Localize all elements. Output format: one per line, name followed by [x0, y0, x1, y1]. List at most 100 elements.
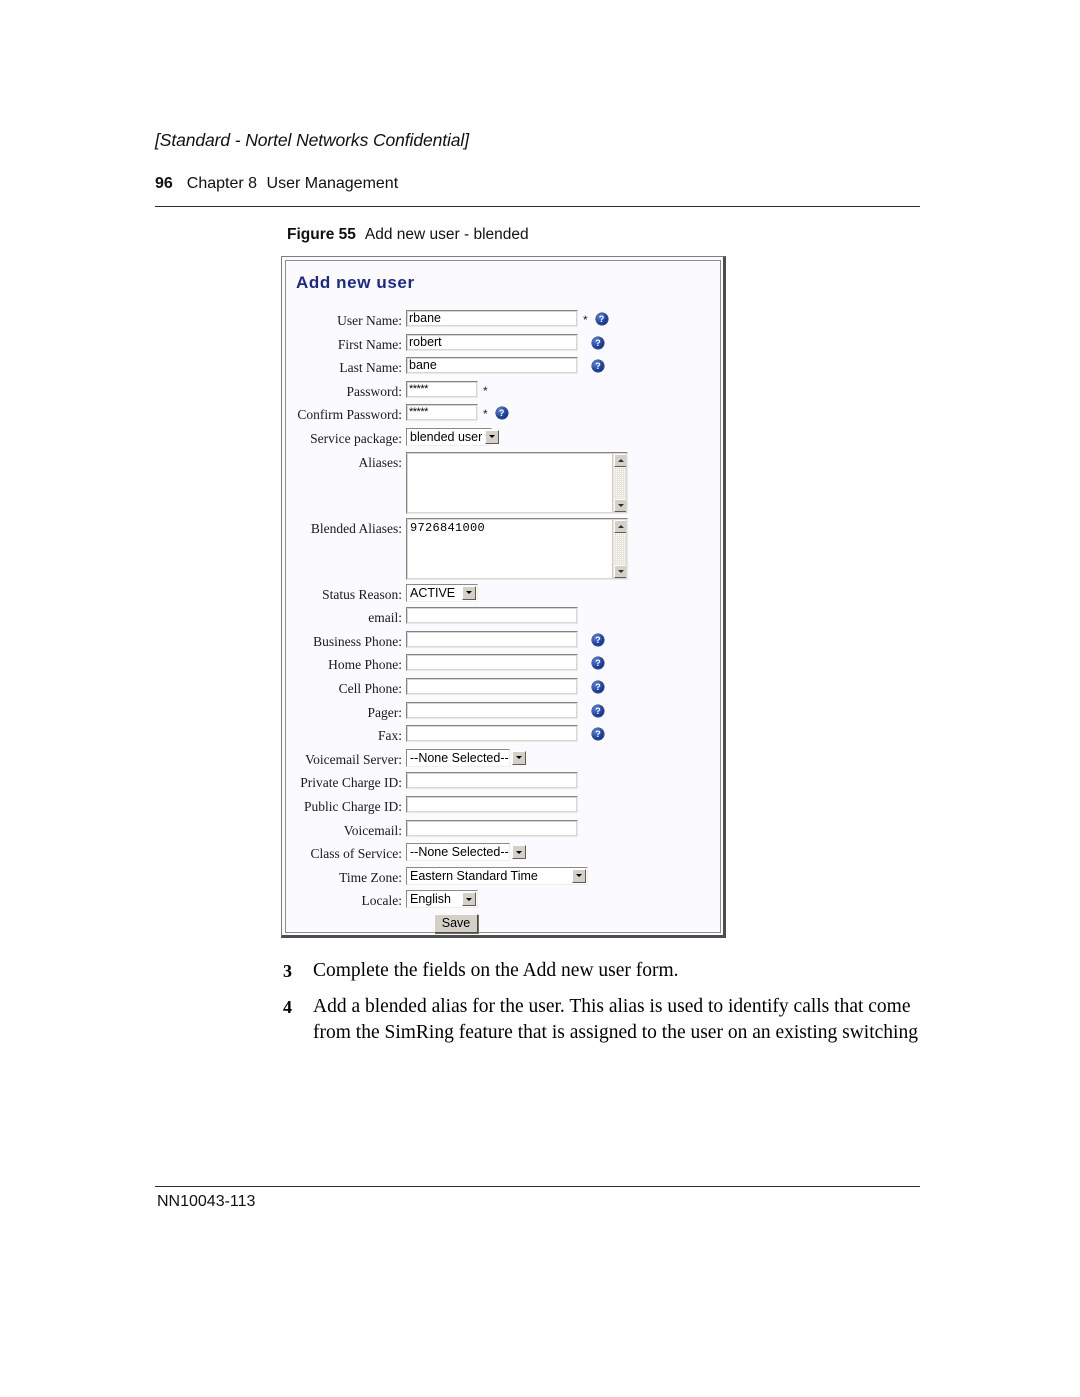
- help-question-icon[interactable]: ?: [592, 360, 604, 373]
- step-text: Complete the fields on the Add new user …: [313, 960, 679, 981]
- pager-label: Pager:: [367, 704, 403, 720]
- field-row-first-name: First Name: robert ?: [286, 333, 720, 358]
- field-row-business-phone: Business Phone: ?: [286, 630, 720, 655]
- aliases-scrollbar[interactable]: [612, 452, 627, 513]
- field-row-aliases: Aliases:: [286, 451, 720, 518]
- password-input[interactable]: *****: [406, 380, 478, 398]
- last-name-input[interactable]: bane: [406, 357, 578, 375]
- form-panel: Add new user User Name: rbane * ? First …: [285, 260, 721, 933]
- chapter-line: 96 Chapter 8 User Management: [155, 175, 925, 193]
- chevron-down-icon[interactable]: [462, 892, 476, 907]
- chevron-down-icon[interactable]: [572, 868, 586, 883]
- help-question-icon[interactable]: ?: [592, 657, 604, 670]
- home-phone-input[interactable]: [406, 654, 578, 672]
- help-question-icon[interactable]: ?: [495, 407, 508, 420]
- service-package-value: blended user: [410, 429, 483, 444]
- field-row-time-zone: Time Zone: Eastern Standard Time: [286, 866, 720, 891]
- page-number: 96: [155, 175, 173, 192]
- field-row-last-name: Last Name: bane ?: [286, 357, 720, 381]
- required-marker: *: [483, 407, 488, 422]
- password-label: Password:: [346, 383, 402, 399]
- document-number: NN10043-113: [157, 1193, 256, 1210]
- user-name-input[interactable]: rbane: [406, 310, 578, 327]
- chevron-down-icon[interactable]: [511, 845, 526, 860]
- field-row-status-reason: Status Reason: ACTIVE: [286, 583, 720, 608]
- public-charge-id-label: Public Charge ID:: [304, 798, 402, 814]
- blended-aliases-scrollbar[interactable]: [612, 518, 627, 579]
- help-question-icon[interactable]: ?: [592, 728, 604, 741]
- scroll-down-icon[interactable]: [614, 564, 627, 578]
- field-row-fax: Fax: ?: [286, 725, 720, 749]
- help-question-icon[interactable]: ?: [595, 313, 608, 325]
- scroll-down-icon[interactable]: [614, 498, 627, 512]
- confirm-password-masked-value: *****: [409, 406, 428, 419]
- field-row-private-charge-id: Private Charge ID:: [286, 772, 720, 796]
- first-name-label: First Name:: [337, 336, 402, 352]
- home-phone-label: Home Phone:: [328, 657, 402, 673]
- first-name-input[interactable]: robert: [406, 333, 578, 351]
- private-charge-id-input[interactable]: [406, 772, 578, 790]
- aliases-label: Aliases:: [358, 454, 403, 470]
- locale-select[interactable]: English: [406, 890, 478, 909]
- password-masked-value: *****: [409, 382, 428, 395]
- pager-input[interactable]: [406, 701, 578, 719]
- field-row-service-package: Service package: blended user: [286, 427, 720, 452]
- aliases-value: [407, 453, 612, 513]
- field-row-pager: Pager: ?: [286, 701, 720, 726]
- blended-aliases-label: Blended Aliases:: [310, 520, 402, 536]
- procedure-steps: 3 Complete the fields on the Add new use…: [283, 958, 928, 1056]
- voicemail-label: Voicemail:: [343, 822, 402, 838]
- step-text: Add a blended alias for the user. This a…: [313, 996, 918, 1043]
- status-reason-select[interactable]: ACTIVE: [406, 583, 478, 602]
- step-4: 4 Add a blended alias for the user. This…: [283, 994, 928, 1046]
- figure-number: Figure 55: [287, 226, 356, 243]
- service-package-select[interactable]: blended user: [406, 427, 500, 446]
- save-button[interactable]: Save: [434, 913, 478, 933]
- help-question-icon[interactable]: ?: [592, 336, 604, 349]
- add-new-user-screenshot: Add new user User Name: rbane * ? First …: [281, 256, 726, 938]
- required-marker: *: [483, 383, 488, 398]
- help-question-icon[interactable]: ?: [592, 680, 604, 693]
- field-row-public-charge-id: Public Charge ID:: [286, 795, 720, 820]
- business-phone-label: Business Phone:: [313, 633, 402, 649]
- field-row-locale: Locale: English: [286, 890, 720, 914]
- chapter-label: Chapter 8: [186, 175, 258, 192]
- voicemail-server-label: Voicemail Server:: [305, 751, 402, 767]
- fax-input[interactable]: [406, 725, 578, 743]
- figure-caption: Figure 55 Add new user - blended: [287, 226, 529, 244]
- scroll-up-icon[interactable]: [614, 453, 627, 467]
- last-name-label: Last Name:: [339, 360, 402, 376]
- confirm-password-label: Confirm Password:: [297, 407, 402, 423]
- locale-value: English: [410, 892, 451, 907]
- header-divider: [155, 206, 920, 207]
- public-charge-id-input[interactable]: [406, 795, 578, 813]
- field-row-voicemail-server: Voicemail Server: --None Selected--: [286, 748, 720, 773]
- footer-divider: [155, 1186, 920, 1187]
- help-question-icon[interactable]: ?: [592, 704, 604, 717]
- email-input[interactable]: [406, 607, 578, 625]
- scroll-up-icon[interactable]: [614, 519, 627, 533]
- chevron-down-icon[interactable]: [462, 585, 476, 600]
- email-label: email:: [368, 610, 402, 626]
- cell-phone-label: Cell Phone:: [338, 680, 402, 696]
- confirm-password-input[interactable]: *****: [406, 404, 478, 422]
- confidentiality-notice: [Standard - Nortel Networks Confidential…: [155, 130, 469, 150]
- time-zone-label: Time Zone:: [339, 869, 402, 885]
- page-header: [Standard - Nortel Networks Confidential…: [155, 130, 925, 193]
- blended-aliases-textarea[interactable]: 9726841000: [406, 517, 628, 580]
- class-of-service-select[interactable]: --None Selected--: [406, 843, 526, 862]
- voicemail-input[interactable]: [406, 819, 578, 837]
- help-question-icon[interactable]: ?: [592, 633, 604, 646]
- field-row-password: Password: ***** *: [286, 380, 720, 405]
- form-title: Add new user: [296, 273, 415, 292]
- aliases-textarea[interactable]: [406, 451, 628, 514]
- step-number: 4: [283, 997, 292, 1017]
- form-fields: User Name: rbane * ? First Name: robert …: [286, 310, 720, 944]
- chevron-down-icon[interactable]: [485, 429, 500, 444]
- cell-phone-input[interactable]: [406, 677, 578, 695]
- field-row-cell-phone: Cell Phone: ?: [286, 677, 720, 702]
- voicemail-server-select[interactable]: --None Selected--: [406, 748, 526, 767]
- chevron-down-icon[interactable]: [511, 750, 526, 765]
- time-zone-select[interactable]: Eastern Standard Time: [406, 866, 588, 885]
- business-phone-input[interactable]: [406, 630, 578, 648]
